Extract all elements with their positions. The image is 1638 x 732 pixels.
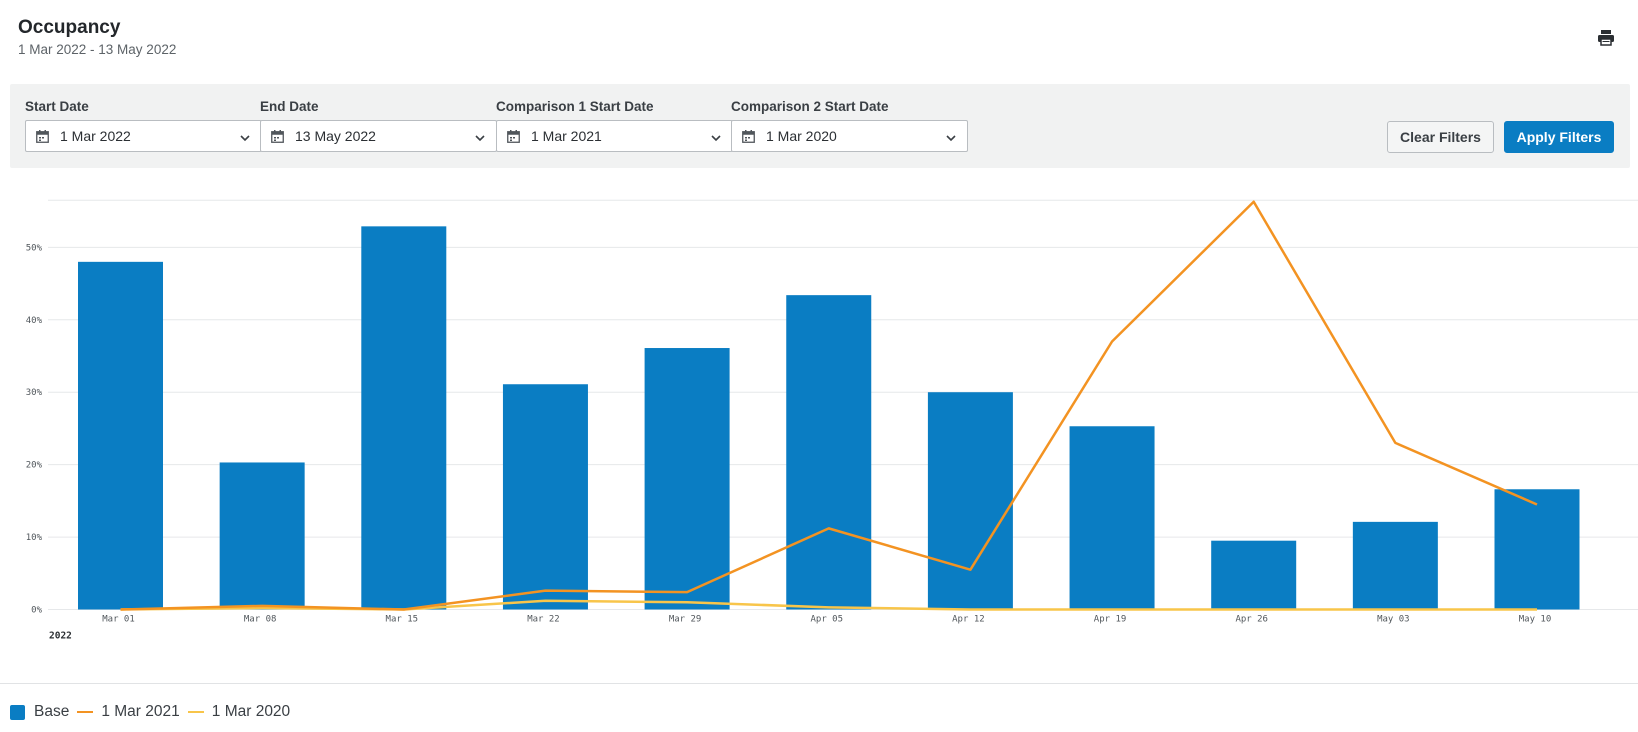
legend-swatch-comparison1 [77, 711, 94, 713]
legend-label-base: Base [34, 703, 70, 720]
chevron-down-icon [710, 131, 722, 143]
legend-swatch-base [10, 704, 25, 720]
occupancy-chart: 0% 10% 20% 30% 40% 50% Mar 01 Mar 08 Mar 15 Mar 2… [26, 199, 1638, 642]
x-tick-label: Mar 22 [527, 615, 560, 625]
start-date-value: 1 Mar 2022 [60, 128, 131, 144]
comparison1-date-field: Comparison 1 Start Date 1 Mar 2021 [496, 98, 733, 152]
legend-swatch-comparison2 [187, 711, 204, 713]
report-header: Occupancy 1 Mar 2022 - 13 May 2022 [18, 16, 176, 59]
comparison1-date-value: 1 Mar 2021 [531, 128, 602, 144]
legend-label-comparison1: 1 Mar 2021 [101, 703, 180, 720]
bar-base[interactable] [927, 392, 1013, 610]
legend-label-comparison2: 1 Mar 2020 [211, 703, 291, 720]
end-date-label: End Date [260, 99, 319, 114]
y-tick-label: 40% [26, 316, 43, 326]
chevron-down-icon [239, 131, 251, 143]
chevron-down-icon [474, 131, 486, 143]
comparison1-date-label: Comparison 1 Start Date [496, 99, 654, 114]
legend-item-comparison1[interactable]: 1 Mar 2021 [77, 703, 180, 721]
y-tick-label: 20% [26, 461, 43, 471]
y-tick-label: 30% [26, 388, 43, 398]
end-date-value: 13 May 2022 [295, 128, 376, 144]
x-tick-label: May 03 [1377, 615, 1410, 625]
comparison1-date-picker[interactable]: 1 Mar 2021 [496, 120, 733, 152]
legend-item-comparison2[interactable]: 1 Mar 2020 [187, 703, 291, 721]
comparison2-date-field: Comparison 2 Start Date 1 Mar 2020 [731, 98, 968, 152]
comparison2-date-value: 1 Mar 2020 [766, 128, 837, 144]
bar-base[interactable] [361, 226, 447, 610]
comparison2-date-label: Comparison 2 Start Date [731, 99, 889, 114]
bar-base[interactable] [786, 295, 872, 610]
comparison2-date-picker[interactable]: 1 Mar 2020 [731, 120, 968, 152]
x-tick-label: Mar 08 [244, 615, 277, 625]
x-tick-label: May 10 [1519, 615, 1552, 625]
y-tick-label: 50% [26, 243, 43, 253]
bar-base[interactable] [219, 462, 305, 610]
apply-filters-button[interactable]: Apply Filters [1504, 121, 1614, 153]
bar-base[interactable] [1494, 489, 1580, 610]
calendar-icon [742, 130, 755, 143]
calendar-icon [271, 130, 284, 143]
start-date-label: Start Date [25, 99, 89, 114]
chart-legend: Base 1 Mar 2021 1 Mar 2020 [10, 701, 298, 723]
bar-base[interactable] [1211, 540, 1297, 610]
bar-base[interactable] [78, 261, 163, 610]
start-date-field: Start Date 1 Mar 2022 [25, 98, 262, 152]
clear-filters-button[interactable]: Clear Filters [1387, 121, 1494, 153]
legend-item-base[interactable]: Base [10, 703, 69, 721]
x-tick-label: Mar 29 [669, 615, 702, 625]
legend-divider [0, 683, 1638, 684]
end-date-picker[interactable]: 13 May 2022 [260, 120, 497, 152]
printer-icon[interactable] [1594, 28, 1618, 48]
date-range-subtitle: 1 Mar 2022 - 13 May 2022 [18, 42, 177, 57]
bar-base[interactable] [502, 384, 588, 610]
x-tick-label: Apr 12 [952, 615, 985, 625]
x-tick-label: Apr 05 [810, 615, 843, 625]
end-date-field: End Date 13 May 2022 [260, 98, 497, 152]
x-tick-label: Apr 26 [1235, 615, 1268, 625]
page-title: Occupancy [18, 17, 121, 38]
x-tick-label: Mar 15 [386, 615, 419, 625]
x-tick-label: Mar 01 [102, 615, 135, 625]
calendar-icon [36, 130, 49, 143]
x-tick-label: Apr 19 [1094, 615, 1127, 625]
chevron-down-icon [945, 131, 957, 143]
start-date-picker[interactable]: 1 Mar 2022 [25, 120, 262, 152]
base-bars [78, 226, 1580, 610]
bar-base[interactable] [644, 348, 730, 610]
bar-base[interactable] [1069, 426, 1155, 610]
filter-panel: Start Date 1 Mar 2022 End Date 13 May 20… [10, 84, 1630, 168]
y-tick-label: 0% [31, 606, 42, 616]
y-tick-label: 10% [26, 533, 43, 543]
bar-base[interactable] [1352, 521, 1438, 610]
calendar-icon [507, 130, 520, 143]
x-year-label: 2022 [49, 631, 72, 642]
